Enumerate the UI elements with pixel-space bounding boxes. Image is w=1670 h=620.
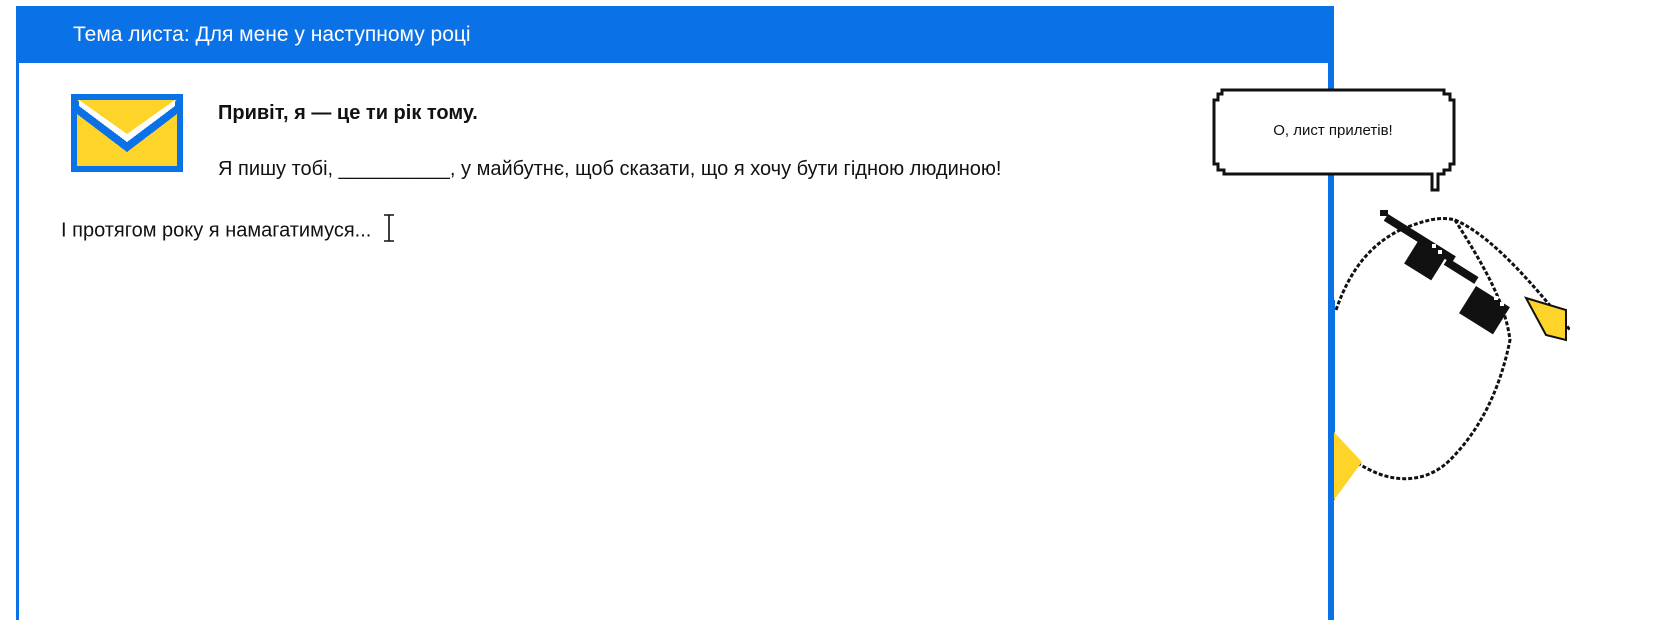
text-cursor-icon (383, 214, 395, 248)
subject-bar: Тема листа: Для мене у наступному році (19, 6, 1328, 63)
letter-window: Тема листа: Для мене у наступному році П… (16, 6, 1334, 620)
letter-intro: Я пишу тобі, __________, у майбутнє, щоб… (218, 158, 1002, 180)
speech-bubble (1210, 86, 1458, 203)
letter-body-editor[interactable]: І протягом року я намагатимуся... (61, 214, 395, 248)
bird-mascot-illustration (1329, 200, 1572, 515)
speech-bubble-text: О, лист прилетів! (1273, 122, 1393, 139)
letter-body-text: І протягом року я намагатимуся... (61, 219, 372, 242)
page: Тема листа: Для мене у наступному році П… (0, 0, 1670, 620)
letter-greeting: Привіт, я — це ти рік тому. (218, 102, 478, 124)
envelope-icon (71, 94, 183, 177)
letter-subject: Тема листа: Для мене у наступному році (73, 22, 471, 46)
